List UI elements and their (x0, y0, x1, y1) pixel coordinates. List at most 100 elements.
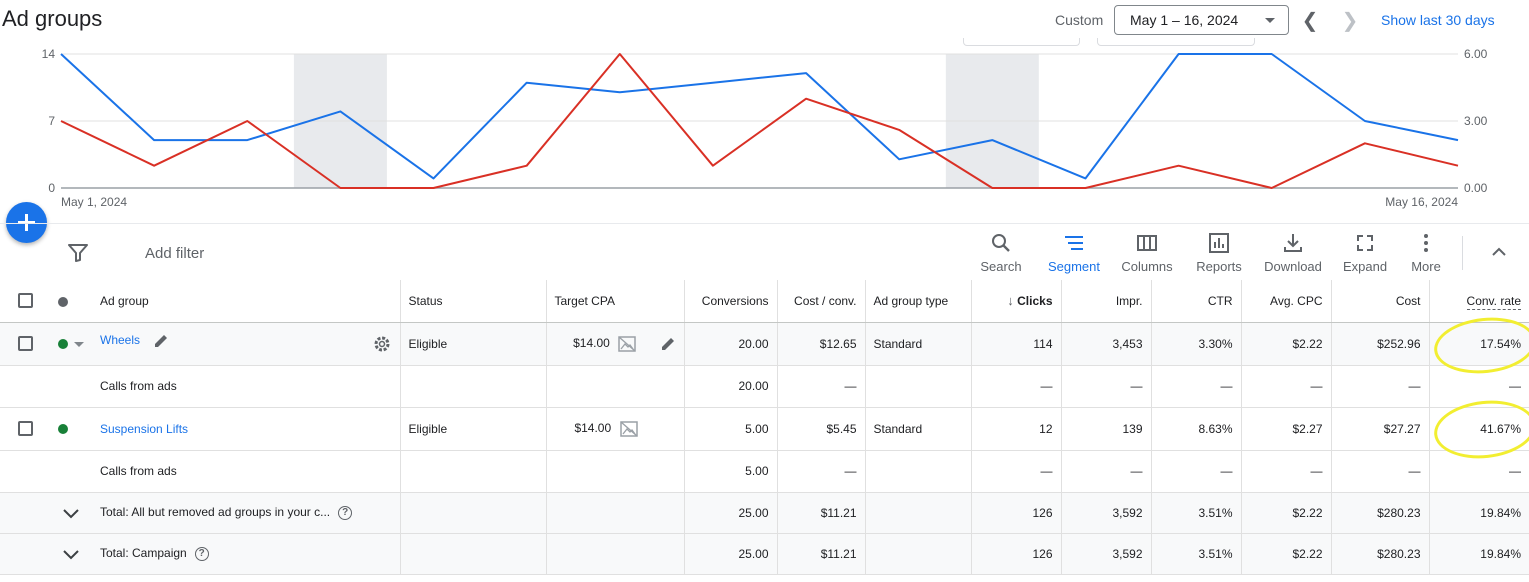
status-text: Eligible (400, 322, 547, 366)
segment-button[interactable]: Segment (1039, 232, 1109, 274)
more-button[interactable]: More (1391, 232, 1461, 274)
col-target-cpa[interactable]: Target CPA (546, 280, 685, 323)
expand-cell[interactable] (50, 533, 92, 575)
help-icon[interactable]: ? (194, 546, 209, 561)
col-ad-group-type[interactable]: Ad group type (865, 280, 972, 323)
target-cpa-value (546, 492, 685, 534)
row-checkbox-cell[interactable] (0, 407, 50, 451)
conv-rate-value: 19.84% (1429, 492, 1529, 534)
cost-value: — (1331, 365, 1430, 408)
row-checkbox[interactable] (17, 336, 33, 352)
cost-conv-value: $11.21 (777, 492, 866, 534)
conversions-value: 20.00 (684, 322, 778, 366)
chevron-down-icon[interactable] (62, 548, 80, 560)
date-range-picker[interactable]: May 1 – 16, 2024 (1114, 5, 1289, 35)
conv-rate-value: — (1429, 450, 1529, 493)
gear-icon[interactable] (372, 334, 392, 354)
ad-group-cell: Suspension Lifts (92, 407, 401, 451)
col-impr[interactable]: Impr. (1061, 280, 1152, 323)
col-conv-rate[interactable]: Conv. rate (1429, 280, 1529, 323)
col-status[interactable]: Status (400, 280, 547, 323)
table-row[interactable]: Suspension Lifts Eligible $14.00 5.00 $5… (0, 407, 1529, 451)
row-checkbox-cell[interactable] (0, 322, 50, 366)
chevron-up-icon[interactable] (1488, 241, 1510, 263)
target-cpa-cell: $14.00 (546, 407, 685, 451)
date-range-value: May 1 – 16, 2024 (1130, 12, 1239, 28)
cost-value: — (1331, 450, 1430, 493)
series-line-1 (60, 53, 1459, 180)
ad-groups-table: Ad group Status Target CPA Conversions C… (0, 280, 1529, 575)
ad-group-type-value (865, 365, 972, 408)
reports-icon (1209, 233, 1229, 253)
col-conv-rate-label: Conv. rate (1466, 293, 1521, 310)
chevron-left-icon[interactable]: ❮ (1300, 8, 1320, 33)
chevron-right-icon[interactable]: ❯ (1340, 8, 1360, 33)
segment-icon (1065, 236, 1083, 250)
col-cost[interactable]: Cost (1331, 280, 1430, 323)
table-row[interactable]: Wheels Eligible $14.00 20.00 $12.65 Stan… (0, 322, 1529, 366)
select-all-checkbox[interactable] (17, 293, 33, 309)
columns-button[interactable]: Columns (1112, 232, 1182, 274)
download-label: Download (1264, 259, 1322, 274)
status-dropdown-icon[interactable] (74, 341, 84, 347)
pencil-icon[interactable] (153, 333, 169, 349)
status-dot-header (50, 280, 92, 323)
status-cell[interactable] (50, 322, 92, 366)
ad-group-type-value (865, 492, 972, 534)
columns-label: Columns (1121, 259, 1173, 274)
row-checkbox[interactable] (17, 421, 33, 437)
search-button[interactable]: Search (966, 232, 1036, 274)
reports-button[interactable]: Reports (1184, 232, 1254, 274)
col-conversions[interactable]: Conversions (684, 280, 778, 323)
impr-value: 3,453 (1061, 322, 1152, 366)
right-axis-tick: 0.00 (1464, 181, 1488, 195)
caret-down-icon (1265, 18, 1275, 23)
impr-value: 139 (1061, 407, 1152, 451)
col-ad-group[interactable]: Ad group (92, 280, 401, 323)
conv-rate-value: 19.84% (1429, 533, 1529, 575)
col-avg-cpc[interactable]: Avg. CPC (1241, 280, 1332, 323)
chevron-down-icon[interactable] (62, 507, 80, 519)
expand-icon (1357, 235, 1373, 251)
ad-group-link[interactable]: Wheels (100, 333, 140, 347)
cost-conv-value: $5.45 (777, 407, 866, 451)
total-label: Total: Campaign (100, 546, 187, 561)
x-axis-tick: May 1, 2024 (61, 195, 127, 209)
target-cpa-value (546, 365, 685, 408)
pencil-icon[interactable] (660, 336, 676, 352)
add-filter-button[interactable]: Add filter (145, 245, 204, 262)
empty-cell (50, 365, 92, 408)
left-axis-tick: 7 (48, 114, 55, 128)
cost-value: $252.96 (1331, 322, 1430, 366)
target-cpa-value (546, 450, 685, 493)
ad-group-type-value: Standard (865, 322, 972, 366)
empty-cell (0, 365, 50, 408)
expand-label: Expand (1342, 259, 1388, 274)
conv-rate-value: — (1429, 365, 1529, 408)
ctr-value: — (1151, 365, 1242, 408)
reports-label: Reports (1196, 259, 1242, 274)
avg-cpc-value: — (1241, 450, 1332, 493)
segment-name: Calls from ads (92, 365, 401, 408)
col-clicks[interactable]: ↓ Clicks (971, 280, 1062, 323)
col-cost-conv[interactable]: Cost / conv. (777, 280, 866, 323)
status-cell[interactable] (50, 407, 92, 451)
left-axis-tick: 0 (48, 181, 55, 195)
segment-name: Calls from ads (92, 450, 401, 493)
expand-cell[interactable] (50, 492, 92, 534)
select-all-checkbox-cell[interactable] (0, 280, 50, 323)
show-last-30-days-link[interactable]: Show last 30 days (1381, 12, 1495, 28)
download-button[interactable]: Download (1258, 232, 1328, 274)
toolbar-divider (1462, 236, 1463, 270)
filter-icon[interactable] (68, 244, 88, 262)
performance-chart: 0 7 14 0.00 3.00 6.00 May 1, 2024 May 16, 2024 (42, 47, 1488, 209)
no-image-icon (618, 335, 636, 352)
help-icon[interactable]: ? (338, 505, 353, 520)
status-text (400, 365, 547, 408)
ad-group-type-value (865, 450, 972, 493)
col-ctr[interactable]: CTR (1151, 280, 1242, 323)
expand-button[interactable]: Expand (1330, 232, 1400, 274)
more-vert-icon (1424, 234, 1428, 252)
ad-group-link[interactable]: Suspension Lifts (100, 422, 188, 436)
ctr-value: 3.51% (1151, 492, 1242, 534)
